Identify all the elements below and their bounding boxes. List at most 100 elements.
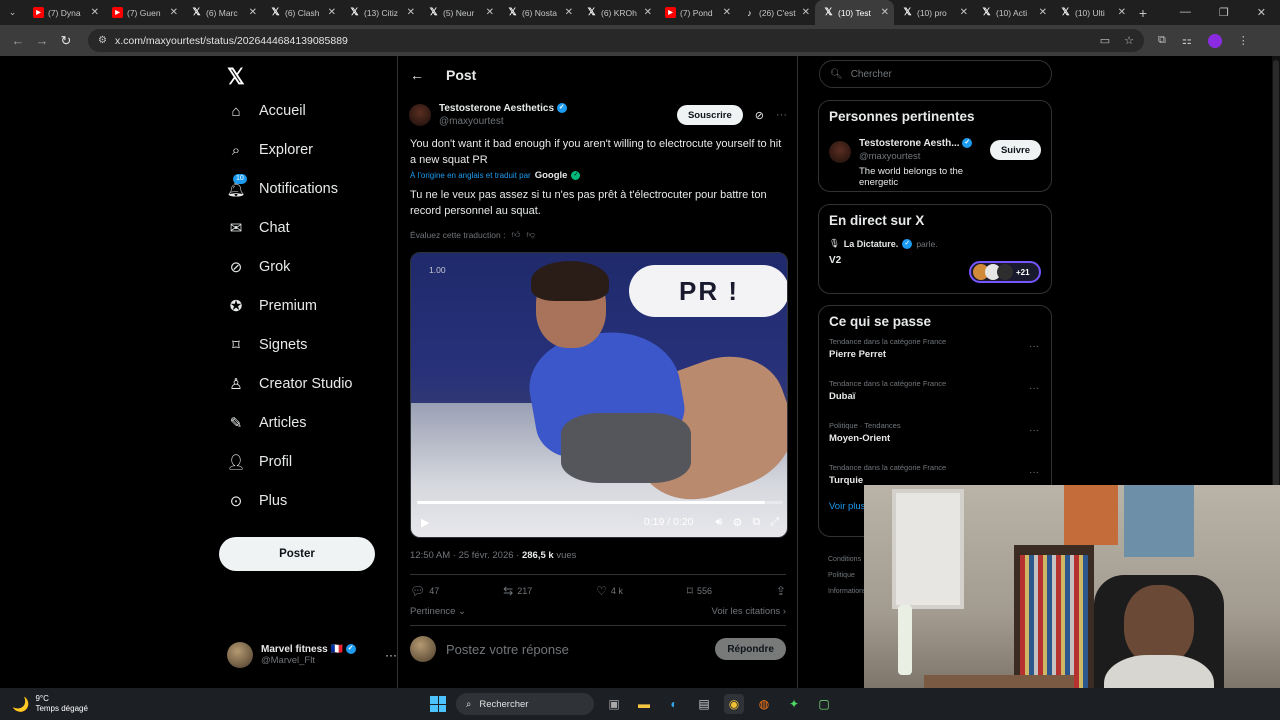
browser-tab[interactable]: 𝕏 (10) Acti ✕ <box>973 0 1052 25</box>
nav-item-articles[interactable]: ✎ Articles <box>227 414 307 432</box>
tab-close-icon[interactable]: ✕ <box>960 7 968 18</box>
settings-icon[interactable]: ⚙ <box>732 516 742 529</box>
person-name[interactable]: Testosterone Aesth... ✓ <box>859 138 982 149</box>
site-info-icon[interactable]: ⚙ <box>98 35 107 46</box>
trend-more-icon[interactable]: ··· <box>1029 467 1039 478</box>
tab-close-icon[interactable]: ✕ <box>1118 7 1126 18</box>
grok-icon[interactable]: ⊘ <box>755 109 764 122</box>
tab-close-icon[interactable]: ✕ <box>249 7 257 18</box>
forward-icon[interactable]: → <box>30 33 54 48</box>
tab-close-icon[interactable]: ✕ <box>1039 7 1047 18</box>
account-switcher[interactable]: Marvel fitness 🇫🇷 ✓ @Marvel_Flt ··· <box>227 642 397 668</box>
trend-item[interactable]: Politique · Tendances Moyen-Orient ··· <box>819 413 1051 455</box>
share-action[interactable]: ⇪ <box>776 584 786 598</box>
tab-close-icon[interactable]: ✕ <box>328 7 336 18</box>
browser-tab[interactable]: ▶ (7) Guen ✕ <box>104 0 183 25</box>
edge-icon[interactable]: ◐ <box>664 694 684 714</box>
nav-item-chat[interactable]: ✉ Chat <box>227 219 290 237</box>
back-icon[interactable]: ← <box>6 33 30 48</box>
browser-tab[interactable]: ▶ (7) Pond ✕ <box>657 0 736 25</box>
tab-search-icon[interactable]: ⌄ <box>0 0 25 25</box>
author-name[interactable]: Testosterone Aesthetics ✓ <box>439 103 669 114</box>
profile-avatar[interactable] <box>1207 33 1222 48</box>
relevant-person[interactable]: Testosterone Aesth... ✓ @maxyourtest The… <box>819 124 1051 188</box>
repost-action[interactable]: ⇆ 217 <box>503 584 532 598</box>
trend-more-icon[interactable]: ··· <box>1029 425 1039 436</box>
tab-close-icon[interactable]: ✕ <box>407 7 415 18</box>
footer-link[interactable]: Politique <box>828 568 867 584</box>
tab-groups-icon[interactable]: ⚏ <box>1182 34 1192 48</box>
browser-menu-icon[interactable]: ⋮ <box>1238 34 1249 48</box>
browser-tab[interactable]: 𝕏 (6) Clash ✕ <box>262 0 341 25</box>
reload-icon[interactable]: ↻ <box>54 33 78 49</box>
app-icon[interactable]: ▢ <box>814 694 834 714</box>
extensions-icon[interactable]: ⧉ <box>1158 34 1166 48</box>
tab-close-icon[interactable]: ✕ <box>881 7 889 18</box>
windows-start-icon[interactable] <box>430 696 446 712</box>
minimize-icon[interactable]: — <box>1180 6 1191 19</box>
post-more-icon[interactable]: ··· <box>776 109 787 121</box>
close-window-icon[interactable]: ✕ <box>1257 6 1266 19</box>
app-icon[interactable]: ✦ <box>784 694 804 714</box>
file-explorer-icon[interactable]: ▬ <box>634 694 654 714</box>
like-action[interactable]: ♡ 4 k <box>596 584 623 598</box>
nav-item-explorer[interactable]: ⌕ Explorer <box>227 141 313 159</box>
play-icon[interactable]: ▶ <box>421 516 429 529</box>
tab-close-icon[interactable]: ✕ <box>170 7 178 18</box>
reply-button[interactable]: Répondre <box>715 638 786 660</box>
tab-close-icon[interactable]: ✕ <box>91 7 99 18</box>
nav-item-profil[interactable]: 👤︎ Profil <box>226 453 292 471</box>
sort-dropdown[interactable]: Pertinence ⌄ <box>410 606 466 617</box>
browser-tab[interactable]: ♪ (26) C'est ✕ <box>736 0 815 25</box>
maximize-icon[interactable]: ❐ <box>1219 6 1229 19</box>
search-input[interactable]: 🔍︎ Chercher <box>819 60 1052 88</box>
video-progress-bar[interactable] <box>417 501 783 504</box>
post-button[interactable]: Poster <box>219 537 375 571</box>
browser-tab[interactable]: ▶ (7) Dyna ✕ <box>25 0 104 25</box>
reply-action[interactable]: 💬︎ 47 <box>410 584 439 598</box>
firefox-icon[interactable]: ◍ <box>754 694 774 714</box>
nav-item-accueil[interactable]: ⌂ Accueil <box>227 102 305 120</box>
tab-close-icon[interactable]: ✕ <box>565 7 573 18</box>
subscribe-button[interactable]: Souscrire <box>676 105 743 125</box>
post-timestamp[interactable]: 12:50 AM · 25 févr. 2026 · <box>410 550 519 561</box>
nav-item-notifications[interactable]: 🔔︎ 10 Notifications <box>226 174 338 198</box>
person-avatar[interactable] <box>829 141 851 163</box>
nav-item-plus[interactable]: ⊙ Plus <box>227 492 288 510</box>
nav-item-signets[interactable]: ⌑ Signets <box>227 336 307 354</box>
browser-tab[interactable]: 𝕏 (10) Ulti ✕ <box>1052 0 1131 25</box>
tab-close-icon[interactable]: ✕ <box>644 7 652 18</box>
new-tab-button[interactable]: + <box>1131 5 1155 21</box>
pip-icon[interactable]: ⧉ <box>752 516 760 529</box>
footer-link[interactable]: Conditions <box>828 552 867 568</box>
follow-button[interactable]: Suivre <box>989 140 1041 160</box>
x-logo-icon[interactable]: 𝕏 <box>227 64 245 90</box>
view-quotes-link[interactable]: Voir les citations › <box>712 606 786 617</box>
volume-icon[interactable]: 🔊︎ <box>716 516 723 529</box>
trend-more-icon[interactable]: ··· <box>1029 383 1039 394</box>
trend-item[interactable]: Tendance dans la catégorie France Dubaï ··… <box>819 371 1051 413</box>
browser-tab[interactable]: 𝕏 (6) Marc ✕ <box>183 0 262 25</box>
cast-icon[interactable]: ▭ <box>1100 34 1110 47</box>
nav-item-premium[interactable]: ✪ Premium <box>227 297 317 315</box>
fullscreen-icon[interactable]: ⤢ <box>770 516 779 529</box>
trend-more-icon[interactable]: ··· <box>1029 341 1039 352</box>
back-arrow-icon[interactable]: ← <box>410 67 424 83</box>
live-listeners[interactable]: +21 <box>969 261 1041 283</box>
thumbs-up-icon[interactable]: 👍︎ <box>511 229 520 240</box>
nav-item-creator-studio[interactable]: ♙ Creator Studio <box>227 375 352 393</box>
footer-link[interactable]: Informations <box>828 584 867 600</box>
nav-item-grok[interactable]: ⊘ Grok <box>227 258 291 276</box>
browser-tab[interactable]: 𝕏 (10) pro ✕ <box>894 0 973 25</box>
author-avatar[interactable] <box>409 104 431 126</box>
tab-close-icon[interactable]: ✕ <box>486 7 494 18</box>
account-more-icon[interactable]: ··· <box>385 648 397 662</box>
url-text[interactable]: x.com/maxyourtest/status/202644468413908… <box>115 35 1092 47</box>
reply-input[interactable]: Postez votre réponse <box>446 642 705 657</box>
browser-tab[interactable]: 𝕏 (13) Citiz ✕ <box>341 0 420 25</box>
taskbar-search[interactable]: ⌕ Rechercher <box>456 693 594 715</box>
thumbs-down-icon[interactable]: 👎︎ <box>526 229 535 240</box>
video-player[interactable]: PR ! 1.00 ▶ 0:19 / 0:20 🔊︎ ⚙ ⧉ ⤢ <box>410 252 788 538</box>
task-view-icon[interactable]: ▣ <box>604 694 624 714</box>
browser-tab[interactable]: 𝕏 (6) KROh ✕ <box>578 0 657 25</box>
